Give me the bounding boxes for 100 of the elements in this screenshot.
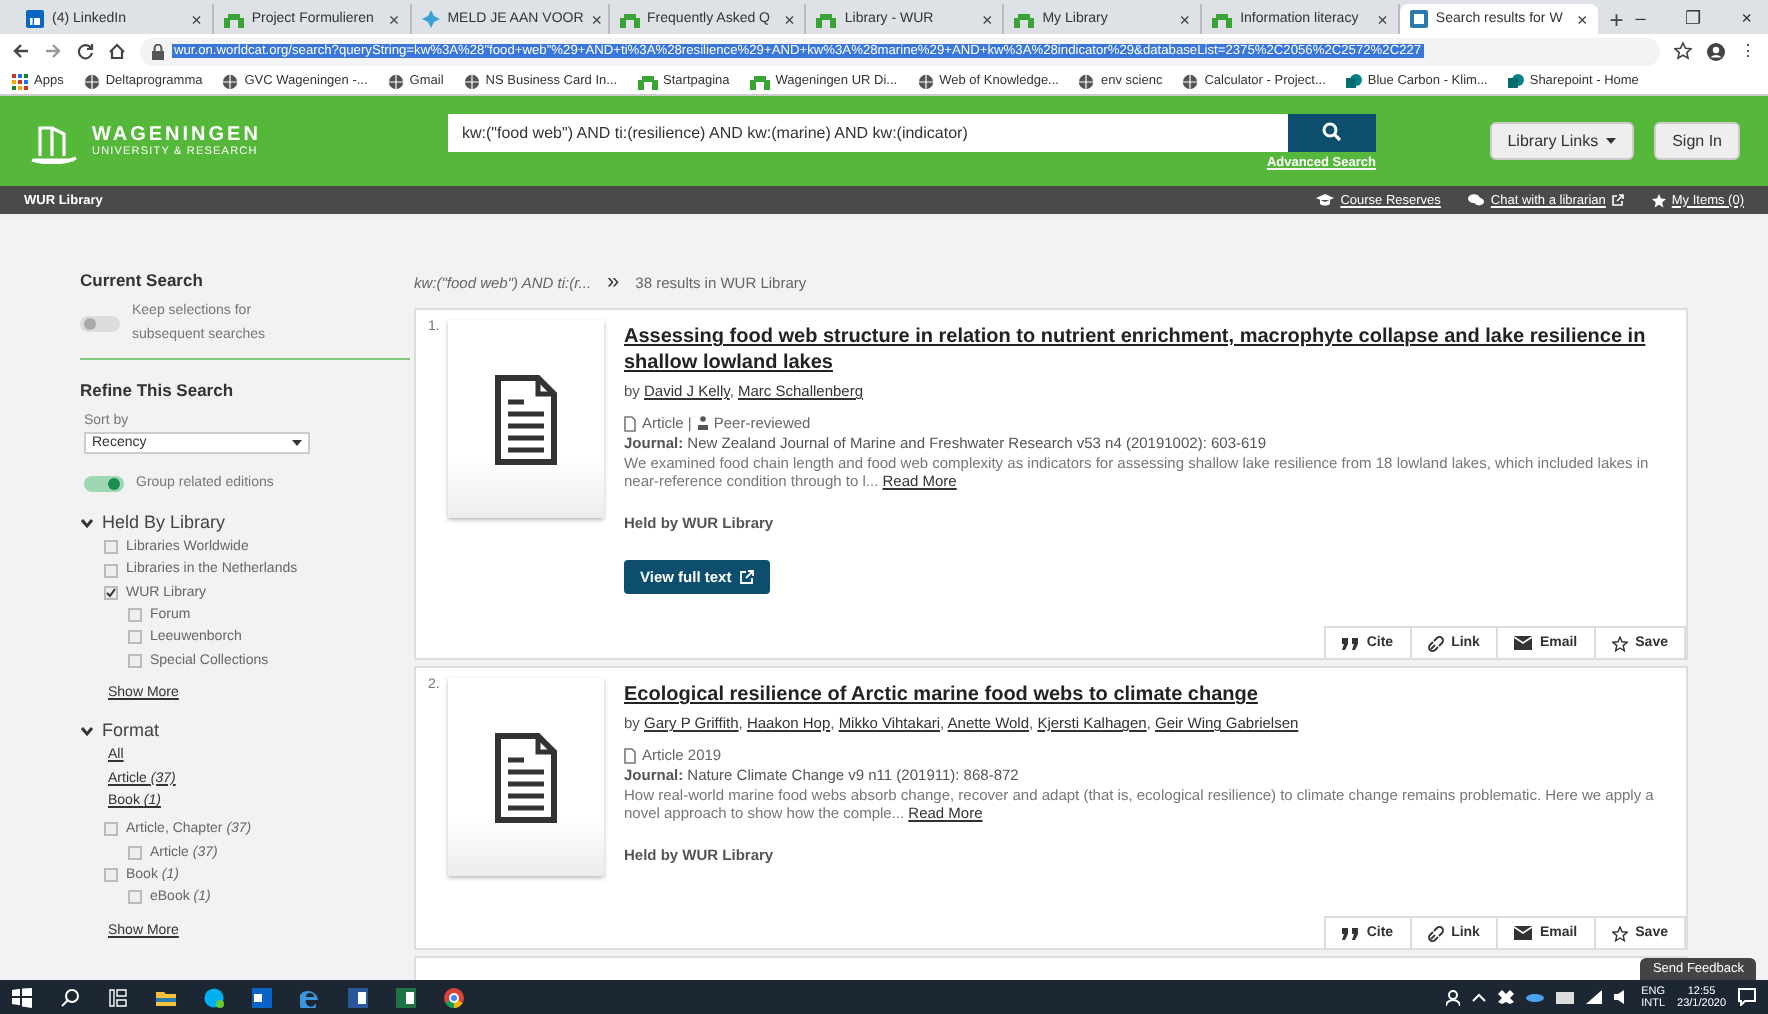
sign-in-button[interactable]: Sign In [1654, 122, 1740, 160]
building-icon [749, 73, 770, 89]
account-icon[interactable] [1706, 41, 1726, 61]
checkbox[interactable] [128, 608, 142, 623]
minimize-button[interactable]: – [1635, 7, 1646, 27]
chevron-icon[interactable] [80, 515, 94, 530]
mail-app-icon[interactable] [252, 987, 272, 1007]
star-icon [1611, 925, 1628, 941]
star-icon[interactable] [1674, 42, 1692, 60]
wifi-icon[interactable] [1585, 990, 1602, 1004]
globe-icon [1182, 73, 1199, 89]
apps-grid-icon [12, 73, 28, 89]
checkbox[interactable] [128, 890, 142, 905]
caret-icon [292, 440, 302, 447]
chevron-icon[interactable] [80, 724, 94, 739]
close-tab-button[interactable]: × [388, 9, 400, 29]
section-heading: Current Search [80, 270, 205, 293]
building-icon [619, 11, 640, 27]
envelope-icon [1513, 636, 1532, 650]
search-icon[interactable] [60, 987, 80, 1007]
chevron-up-icon[interactable] [1471, 992, 1486, 1002]
caret-icon [1606, 138, 1617, 144]
checkbox[interactable] [104, 868, 118, 883]
globe-icon [83, 73, 100, 89]
close-window-button[interactable]: × [1741, 7, 1752, 27]
close-tab-button[interactable]: × [981, 9, 993, 29]
globe-icon [1078, 73, 1095, 89]
lock-icon [152, 43, 164, 59]
chat-icon [1468, 194, 1485, 206]
result-title-link[interactable]: Ecological resilience of Arctic marine food webs to climate change [624, 682, 1666, 708]
task-view-icon[interactable] [108, 987, 128, 1007]
globe-icon [387, 73, 404, 89]
toggle-switch[interactable] [80, 315, 120, 332]
speaker-icon[interactable] [1613, 990, 1630, 1004]
sharepoint-icon [1507, 73, 1524, 89]
spreadsheet-app-icon[interactable] [396, 987, 416, 1007]
result-title-link[interactable]: Assessing food web structure in relation to nutrient enrichment, macrophyte collapse and lake resilience in shallow lowland lakes [624, 324, 1666, 376]
close-tab-button[interactable]: × [784, 9, 795, 29]
chain-link-icon [1427, 925, 1444, 941]
star-icon [1611, 635, 1628, 651]
external-link-icon [739, 570, 754, 584]
document-icon [624, 415, 636, 431]
close-tab-button[interactable]: × [1179, 9, 1191, 29]
search-icon [1322, 122, 1342, 142]
facet-heading[interactable]: Held By Library [102, 511, 226, 535]
chain-link-icon [1427, 635, 1444, 651]
browser-icon[interactable] [300, 987, 320, 1007]
menu-button[interactable]: ⋮ [1740, 42, 1756, 60]
building-icon [816, 11, 837, 27]
skype-icon[interactable] [204, 987, 224, 1007]
quote-icon [1342, 637, 1359, 649]
quote-icon [1342, 927, 1359, 939]
globe-icon [917, 73, 934, 89]
checkbox[interactable] [128, 653, 142, 668]
document-icon [624, 747, 636, 763]
checkbox[interactable] [104, 585, 118, 600]
building-icon [637, 73, 658, 89]
search-button[interactable] [1288, 113, 1376, 151]
checkbox[interactable] [104, 540, 118, 555]
building-icon [1212, 11, 1233, 27]
close-tab-button[interactable]: × [591, 9, 603, 29]
person-icon[interactable] [1445, 989, 1460, 1005]
building-icon [223, 11, 244, 27]
checkbox[interactable] [104, 822, 118, 837]
search-field[interactable]: kw:("food web") AND ti:(resilience) AND kw:(marine) AND kw:(indicator) [448, 113, 1288, 151]
notification-icon[interactable] [1738, 988, 1756, 1006]
checkbox[interactable] [128, 630, 142, 645]
logo-title: WAGENINGEN [92, 124, 261, 146]
chrome-icon[interactable] [444, 987, 464, 1007]
reload-icon[interactable] [76, 42, 94, 60]
toggle-switch[interactable] [84, 476, 124, 493]
new-tab-button[interactable]: + [1609, 6, 1624, 34]
windows-icon[interactable] [12, 987, 32, 1007]
globe-icon [463, 73, 480, 89]
checkbox[interactable] [128, 845, 142, 860]
forward-icon[interactable] [44, 42, 62, 60]
star-icon [1651, 193, 1666, 207]
close-tab-button[interactable]: × [191, 9, 202, 29]
checkbox[interactable] [104, 563, 118, 578]
cloud-icon[interactable] [1525, 992, 1544, 1002]
person-icon [697, 416, 708, 430]
spark-icon [421, 10, 440, 28]
envelope-icon [1513, 926, 1532, 940]
building-icon [1014, 11, 1035, 27]
close-tab-button[interactable]: × [1377, 9, 1388, 29]
folder-icon[interactable] [156, 987, 176, 1007]
library-links-button[interactable]: Library Links [1489, 122, 1635, 160]
linkedin-icon [26, 10, 44, 28]
restore-button[interactable]: ❐ [1685, 7, 1702, 27]
home-icon[interactable] [108, 42, 126, 60]
sharepoint-icon [1345, 73, 1362, 89]
graduation-cap-icon [1316, 194, 1335, 206]
facet-heading[interactable]: Format [102, 720, 160, 743]
breadcrumb-separator: » [607, 270, 620, 294]
external-link-icon [1611, 194, 1624, 206]
globe-icon [222, 73, 239, 89]
section-heading: Refine This Search [80, 379, 236, 403]
document-app-icon[interactable] [348, 987, 368, 1007]
close-tab-button[interactable]: × [1576, 9, 1588, 29]
back-icon[interactable] [12, 42, 30, 60]
